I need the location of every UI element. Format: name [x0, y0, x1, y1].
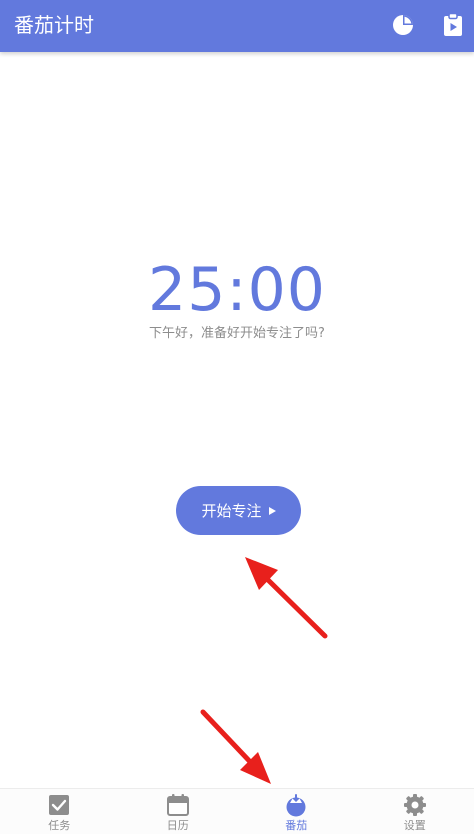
red-arrow-icon: [0, 0, 474, 833]
